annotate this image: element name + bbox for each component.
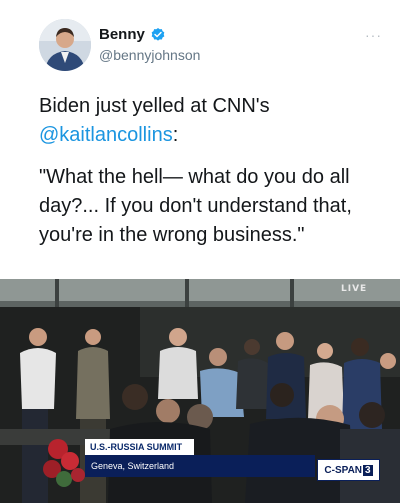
- verified-badge-icon: [150, 27, 166, 43]
- video-player[interactable]: LIVE U.S.-RUSSIA SUMMIT Geneva, Switzerl…: [0, 279, 400, 503]
- network-number: 3: [363, 464, 373, 476]
- network-logo: C-SPAN 3: [317, 459, 380, 481]
- tweet-colon: :: [172, 124, 179, 146]
- author-display-name[interactable]: Benny: [99, 26, 145, 43]
- author-handle[interactable]: @bennyjohnson: [99, 47, 200, 63]
- live-indicator: LIVE: [341, 284, 368, 294]
- tweet-card: Benny @bennyjohnson ··· Biden just yelle…: [0, 0, 400, 503]
- banner-title: U.S.-RUSSIA SUMMIT: [85, 439, 194, 455]
- banner-location: Geneva, Switzerland: [85, 455, 315, 477]
- network-name: C-SPAN: [324, 464, 363, 476]
- tweet-intro-text: Biden just yelled at CNN's: [39, 95, 270, 117]
- more-options-icon[interactable]: ···: [365, 27, 382, 43]
- tweet-text: Biden just yelled at CNN's @kaitlancolli…: [39, 92, 379, 250]
- news-lower-third: U.S.-RUSSIA SUMMIT Geneva, Switzerland: [85, 439, 315, 477]
- mention-link[interactable]: @kaitlancollins: [39, 124, 173, 146]
- avatar-image: [39, 19, 91, 71]
- avatar[interactable]: [39, 19, 91, 71]
- tweet-quote-text: "What the hell— what do you do all day?.…: [39, 166, 352, 246]
- author-name-row: Benny: [99, 26, 166, 43]
- tweet-line-1: Biden just yelled at CNN's @kaitlancolli…: [39, 92, 379, 150]
